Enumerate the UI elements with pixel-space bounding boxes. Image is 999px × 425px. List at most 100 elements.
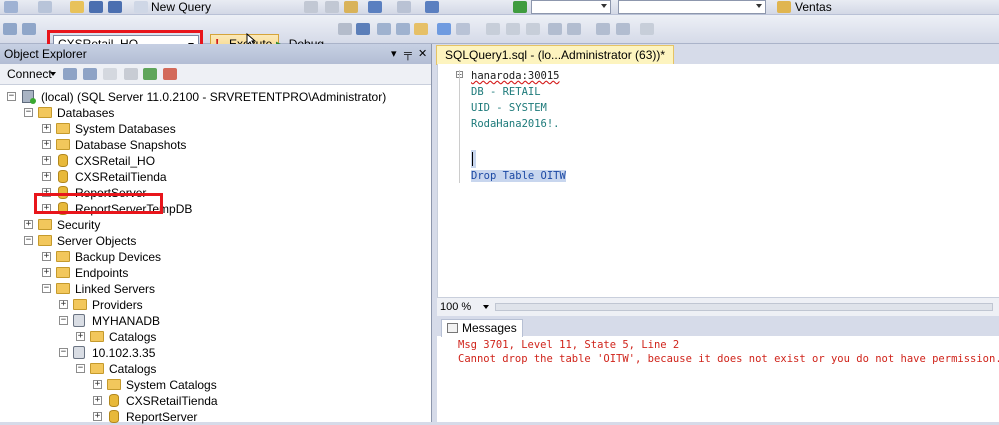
refresh-icon[interactable]	[143, 68, 157, 80]
save-icon[interactable]	[89, 1, 103, 13]
database-icon	[58, 170, 68, 183]
comment-icon[interactable]	[548, 23, 562, 35]
database-icon	[109, 410, 119, 423]
collapse-icon[interactable]: −	[24, 236, 33, 245]
results-grid-icon[interactable]	[506, 23, 520, 35]
parse-icon[interactable]	[356, 23, 370, 35]
linked-server-icon	[73, 346, 85, 359]
connect-server-icon[interactable]	[63, 68, 77, 80]
expand-icon[interactable]: +	[76, 332, 85, 341]
connect-icon[interactable]	[3, 23, 17, 35]
code-line-1: hanaroda:30015	[471, 70, 560, 82]
collapse-icon[interactable]: −	[59, 348, 68, 357]
expand-icon[interactable]: +	[42, 268, 51, 277]
chevron-down-icon[interactable]	[50, 72, 56, 76]
start-icon[interactable]	[513, 1, 527, 13]
add-item-icon[interactable]	[38, 1, 52, 13]
server-icon	[22, 90, 36, 104]
object-explorer-toolbar: Connect	[0, 64, 431, 85]
collapse-icon[interactable]: −	[7, 92, 16, 101]
expand-icon[interactable]: +	[42, 124, 51, 133]
close-icon[interactable]: ✕	[418, 44, 427, 64]
indent-icon[interactable]	[616, 23, 630, 35]
tab-messages[interactable]: Messages	[441, 319, 523, 337]
client-stats-icon[interactable]	[456, 23, 470, 35]
tab-sqlquery1-title: SQLQuery1.sql - (lo...Administrator (63)…	[445, 48, 666, 62]
horizontal-scrollbar[interactable]	[495, 303, 993, 311]
copy-icon[interactable]	[325, 1, 339, 13]
linked-server-icon	[73, 314, 85, 327]
new-query-icon[interactable]	[134, 1, 148, 13]
undo-icon[interactable]	[368, 1, 382, 13]
find-icon[interactable]	[777, 1, 791, 13]
uncomment-icon[interactable]	[567, 23, 581, 35]
disconnect-icon[interactable]	[83, 68, 97, 80]
cancel-query-icon[interactable]	[338, 23, 352, 35]
find-combo-value[interactable]: Ventas	[795, 0, 832, 14]
folder-icon	[107, 379, 121, 390]
expand-icon[interactable]: +	[42, 172, 51, 181]
zoom-level[interactable]: 100 %	[440, 298, 471, 316]
folder-icon	[56, 283, 70, 294]
activity-monitor-icon[interactable]	[163, 68, 177, 80]
results-file-icon[interactable]	[526, 23, 540, 35]
save-all-icon[interactable]	[108, 1, 122, 13]
folder-icon	[56, 251, 70, 262]
expand-icon[interactable]: +	[59, 300, 68, 309]
sql-editor-toolbar: CXSRetail_HO ! Execute ▶Debug	[0, 15, 999, 56]
solution-config-combo[interactable]	[531, 0, 611, 14]
tab-sqlquery1[interactable]: SQLQuery1.sql - (lo...Administrator (63)…	[436, 45, 675, 65]
message-line-1: Msg 3701, Level 11, State 5, Line 2	[458, 339, 680, 351]
code-line-4: RodaHana2016!.	[471, 118, 560, 130]
filter-icon[interactable]	[124, 68, 138, 80]
folder-icon	[38, 219, 52, 230]
new-project-icon[interactable]	[4, 1, 18, 13]
results-pane: Messages Msg 3701, Level 11, State 5, Li…	[437, 316, 999, 422]
collapse-icon[interactable]: −	[59, 316, 68, 325]
expand-icon[interactable]: +	[93, 396, 102, 405]
connect-dropdown[interactable]: Connect	[7, 64, 52, 84]
query-designer-icon[interactable]	[396, 23, 410, 35]
folder-icon	[90, 363, 104, 374]
stop-icon[interactable]	[103, 68, 117, 80]
redo-icon[interactable]	[397, 1, 411, 13]
platform-combo[interactable]	[618, 0, 766, 14]
intellisense-icon[interactable]	[414, 23, 428, 35]
expand-icon[interactable]: +	[93, 412, 102, 421]
collapse-icon[interactable]: −	[24, 108, 33, 117]
code-line-2: DB - RETAIL	[471, 86, 541, 98]
paste-icon[interactable]	[344, 1, 358, 13]
include-plan-icon[interactable]	[437, 23, 451, 35]
code-line-3: UID - SYSTEM	[471, 102, 547, 114]
outdent-icon[interactable]	[596, 23, 610, 35]
expand-icon[interactable]: +	[42, 140, 51, 149]
tab-messages-label: Messages	[462, 321, 517, 335]
results-text-icon[interactable]	[486, 23, 500, 35]
outline-gutter	[459, 70, 460, 183]
expand-icon[interactable]: +	[24, 220, 33, 229]
window-position-icon[interactable]: ▾	[391, 44, 397, 64]
specify-values-icon[interactable]	[640, 23, 654, 35]
display-plan-icon[interactable]	[377, 23, 391, 35]
expand-icon[interactable]: +	[93, 380, 102, 389]
query-editor[interactable]: − hanaroda:30015 DB - RETAIL UID - SYSTE…	[437, 64, 999, 297]
standard-toolbar: New Query Ventas	[0, 0, 999, 15]
database-icon	[58, 154, 68, 167]
editor-zoom-bar: 100 %	[437, 297, 999, 316]
messages-icon	[447, 323, 458, 333]
expand-icon[interactable]: +	[42, 252, 51, 261]
open-file-icon[interactable]	[70, 1, 84, 13]
object-explorer-titlebar: Object Explorer ▾ ╤ ✕	[0, 44, 431, 64]
navigate-icon[interactable]	[425, 1, 439, 13]
change-connection-icon[interactable]	[22, 23, 36, 35]
collapse-icon[interactable]: −	[76, 364, 85, 373]
pin-icon[interactable]: ╤	[404, 44, 412, 64]
chevron-down-icon[interactable]	[483, 305, 489, 309]
message-line-2: Cannot drop the table 'OITW', because it…	[458, 353, 999, 365]
expand-icon[interactable]: +	[42, 156, 51, 165]
new-query-button[interactable]: New Query	[151, 0, 211, 14]
folder-icon	[56, 123, 70, 134]
cut-icon[interactable]	[304, 1, 318, 13]
collapse-icon[interactable]: −	[42, 284, 51, 293]
document-tabbar: SQLQuery1.sql - (lo...Administrator (63)…	[432, 44, 999, 65]
